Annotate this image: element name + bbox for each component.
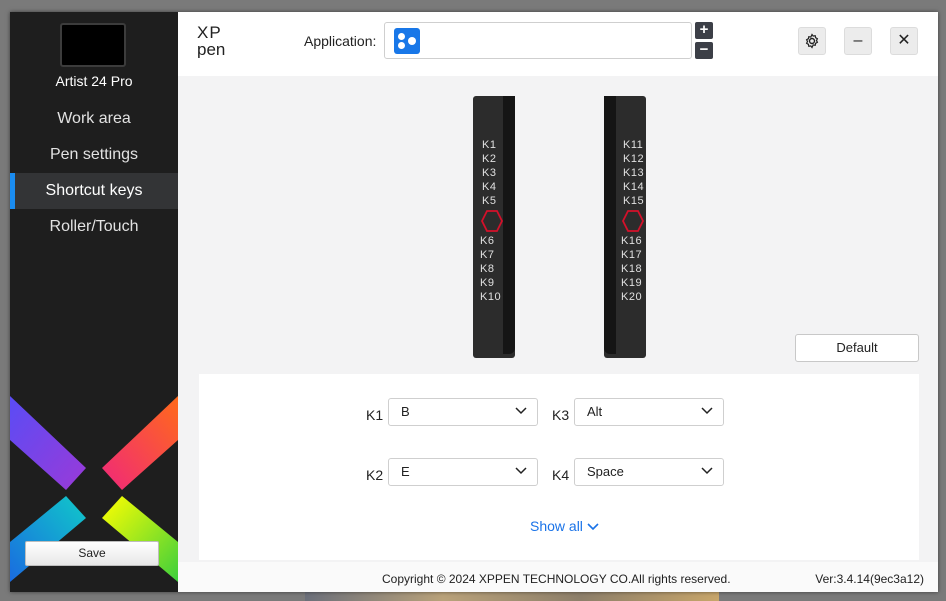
close-icon[interactable]: ✕ <box>890 27 918 55</box>
shortcut-select-k1[interactable]: B <box>388 398 538 426</box>
strip-rail <box>503 96 515 354</box>
default-button[interactable]: Default <box>795 334 919 362</box>
chevron-down-icon <box>701 467 713 475</box>
sidebar-item-roller-touch[interactable]: Roller/Touch <box>10 209 178 245</box>
save-button[interactable]: Save <box>25 541 159 566</box>
strip-keys-bottom-left[interactable]: K6 K7 K8 K9 K10 <box>480 234 501 304</box>
strip-rail <box>604 96 616 354</box>
key-label-k3: K3 <box>552 407 570 423</box>
footer: Copyright © 2024 XPPEN TECHNOLOGY CO.All… <box>178 562 938 592</box>
key-label-k4: K4 <box>552 467 570 483</box>
sidebar-nav: Work area Pen settings Shortcut keys Rol… <box>10 101 178 245</box>
minus-icon[interactable]: − <box>695 42 713 59</box>
chevron-down-icon <box>701 407 713 415</box>
express-key-strip-right: K11 K12 K13 K14 K15 K16 K17 K18 K19 K20 <box>604 96 646 358</box>
sidebar-item-pen-settings[interactable]: Pen settings <box>10 137 178 173</box>
all-apps-icon[interactable] <box>394 28 420 54</box>
shortcut-select-k2[interactable]: E <box>388 458 538 486</box>
app-window: Artist 24 Pro Work area Pen settings Sho… <box>10 12 938 592</box>
device-thumbnail[interactable] <box>60 23 126 67</box>
minimize-icon[interactable]: – <box>844 27 872 55</box>
strip-keys-top-left[interactable]: K1 K2 K3 K4 K5 <box>482 138 496 208</box>
strip-keys-top-right[interactable]: K11 K12 K13 K14 K15 <box>623 138 644 208</box>
chevron-down-icon <box>515 407 527 415</box>
shortcut-select-k3[interactable]: Alt <box>574 398 724 426</box>
roller-ring-icon[interactable] <box>481 210 503 232</box>
sidebar-item-shortcut-keys[interactable]: Shortcut keys <box>10 173 178 209</box>
xppen-logo: XP pen <box>197 23 225 58</box>
application-selector[interactable] <box>384 22 692 59</box>
version-text: Ver:3.4.14(9ec3a12) <box>815 572 924 586</box>
device-name: Artist 24 Pro <box>55 73 133 89</box>
main-content: K1 K2 K3 K4 K5 K6 K7 K8 K9 K10 K11 K12 K13 K14 K15 K… <box>178 76 938 592</box>
chevron-down-icon <box>587 523 599 531</box>
sidebar-item-work-area[interactable]: Work area <box>10 101 178 137</box>
key-label-k1: K1 <box>366 407 384 423</box>
shortcut-select-k4[interactable]: Space <box>574 458 724 486</box>
svg-text:pen: pen <box>197 40 225 58</box>
shortcut-assignment-panel: K1 B K3 Alt K2 E K4 Space Show all <box>199 374 919 560</box>
strip-keys-bottom-right[interactable]: K16 K17 K18 K19 K20 <box>621 234 642 304</box>
roller-ring-icon[interactable] <box>622 210 644 232</box>
application-label: Application: <box>304 33 377 49</box>
header: XP pen Application: + − – ✕ <box>178 12 938 76</box>
show-all-link[interactable]: Show all <box>530 518 599 534</box>
desktop-background <box>305 592 719 601</box>
express-key-strip-left: K1 K2 K3 K4 K5 K6 K7 K8 K9 K10 <box>473 96 515 358</box>
plus-icon[interactable]: + <box>695 22 713 39</box>
gear-icon[interactable] <box>798 27 826 55</box>
chevron-down-icon <box>515 467 527 475</box>
key-label-k2: K2 <box>366 467 384 483</box>
sidebar: Artist 24 Pro Work area Pen settings Sho… <box>10 12 178 592</box>
copyright-text: Copyright © 2024 XPPEN TECHNOLOGY CO.All… <box>382 572 731 586</box>
